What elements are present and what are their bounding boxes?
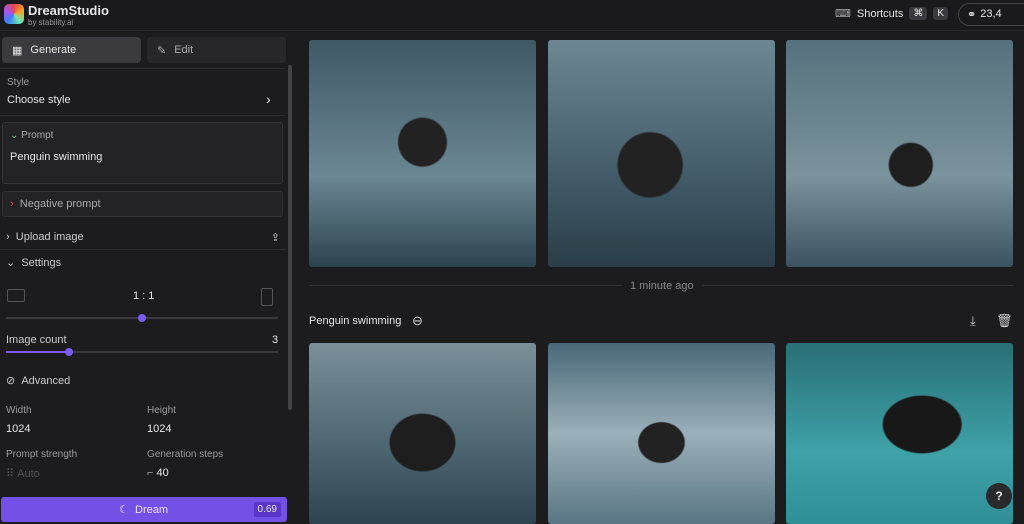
cmd-key: ⌘: [909, 7, 928, 20]
negative-prompt-toggle[interactable]: › Negative prompt: [2, 191, 283, 217]
dream-cost: 0.69: [253, 502, 281, 517]
generated-image[interactable]: [309, 343, 536, 524]
top-bar: DreamStudio by stability.ai ⌨ Shortcuts …: [0, 0, 1024, 31]
credits-badge[interactable]: ⚭ 23,4: [958, 3, 1024, 26]
tab-label: Edit: [174, 44, 194, 56]
generated-image[interactable]: [786, 343, 1013, 524]
download-icon[interactable]: ⤓: [970, 313, 976, 329]
dreamstudio-logo: [4, 4, 24, 24]
prompt-strength-value: Auto: [17, 468, 40, 480]
batch-title: Penguin swimming: [309, 315, 402, 327]
image-count-slider[interactable]: [6, 348, 278, 356]
dream-button[interactable]: ☾ Dream 0.69: [1, 497, 287, 522]
prompt-input[interactable]: Penguin swimming: [10, 151, 102, 163]
upload-icon: ⇪: [270, 232, 280, 244]
portrait-icon[interactable]: [261, 288, 273, 306]
coins-icon: ⚭: [967, 9, 977, 21]
width-input[interactable]: 1024: [6, 423, 30, 435]
generated-image[interactable]: [548, 40, 775, 267]
dream-label: Dream: [135, 504, 169, 516]
upload-image-toggle[interactable]: › Upload image ⇪: [0, 224, 286, 250]
prompt-strength-label: Prompt strength: [6, 449, 78, 460]
tab-generate[interactable]: ▦ Generate: [2, 37, 141, 63]
generated-image[interactable]: [548, 343, 775, 524]
upload-label: Upload image: [15, 231, 84, 243]
generation-steps-label: Generation steps: [147, 449, 224, 460]
moon-icon: ☾: [119, 504, 129, 516]
prompt-strength-input[interactable]: ⠿ Auto: [6, 467, 40, 480]
slider-handle[interactable]: [65, 348, 73, 356]
app-title: DreamStudio: [28, 3, 109, 18]
shortcuts-label: Shortcuts: [856, 7, 904, 20]
prompt-box[interactable]: ⌄ Prompt Penguin swimming: [2, 122, 283, 184]
prompt-label: Prompt: [21, 130, 54, 141]
keyboard-icon: ⌨: [835, 8, 851, 20]
generation-steps-value: 40: [156, 467, 169, 479]
grid-icon: ▦: [12, 44, 23, 57]
app-subtitle: by stability.ai: [28, 18, 74, 27]
sidebar-scrollbar[interactable]: [288, 65, 292, 410]
reuse-prompt-icon[interactable]: ⊖: [412, 313, 423, 329]
negative-prompt-label: Negative prompt: [19, 198, 101, 210]
steps-icon: ⌐: [147, 467, 154, 479]
timestamp: 1 minute ago: [622, 280, 702, 292]
trash-icon[interactable]: 🗑: [996, 313, 1013, 329]
generated-image[interactable]: [309, 40, 536, 267]
settings-toggle[interactable]: ⌄ Settings: [0, 256, 67, 269]
aspect-ratio-value: 1 : 1: [133, 290, 155, 302]
edit-icon: ✎: [157, 44, 167, 57]
credits-value: 23,4: [980, 8, 1002, 20]
settings-label: Settings: [21, 257, 62, 269]
results-panel: 1 minute ago Penguin swimming ⊖ ⤓ 🗑 ?: [293, 31, 1024, 524]
tab-edit[interactable]: ✎ Edit: [147, 37, 286, 63]
generated-image[interactable]: [786, 40, 1013, 267]
slider-handle[interactable]: [138, 314, 146, 322]
advanced-toggle[interactable]: ⊘ Advanced: [6, 374, 70, 387]
sidebar: ▦ Generate ✎ Edit Style Choose style › ⌄ P…: [0, 31, 290, 524]
image-count-label: Image count: [6, 334, 67, 346]
landscape-icon[interactable]: [7, 289, 25, 302]
style-label: Style: [7, 77, 30, 88]
width-label: Width: [6, 405, 32, 416]
k-key: K: [933, 7, 949, 20]
tab-label: Generate: [30, 44, 77, 56]
chevron-right-icon: ›: [10, 198, 14, 210]
help-button[interactable]: ?: [986, 483, 1012, 509]
style-selector[interactable]: Style Choose style ›: [0, 68, 286, 116]
height-label: Height: [147, 405, 176, 416]
generation-steps-input[interactable]: ⌐ 40: [147, 467, 169, 479]
chevron-down-icon: ⌄: [10, 130, 19, 141]
aspect-ratio-slider[interactable]: [6, 314, 278, 322]
image-count-value: 3: [272, 334, 279, 346]
dots-icon: ⠿: [6, 468, 15, 480]
advanced-label: Advanced: [21, 375, 71, 387]
eye-off-icon: ⊘: [6, 375, 16, 387]
style-value: Choose style: [7, 94, 71, 106]
shortcuts-button[interactable]: ⌨ Shortcuts ⌘ K: [835, 7, 949, 20]
chevron-right-icon: ›: [266, 91, 271, 107]
height-input[interactable]: 1024: [147, 423, 171, 435]
